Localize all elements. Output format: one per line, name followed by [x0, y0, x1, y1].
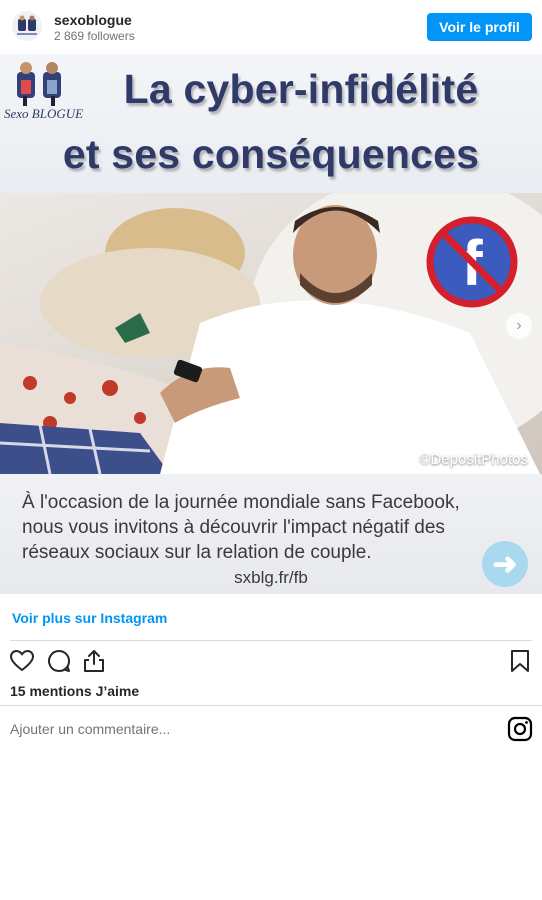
caption-line-3: réseaux sociaux sur la relation de coupl…: [22, 542, 372, 563]
bookmark-icon[interactable]: [507, 648, 533, 674]
heart-icon[interactable]: [9, 648, 35, 674]
share-icon[interactable]: [81, 648, 107, 674]
caption-line-2: nous vous invitons à découvrir l'impact …: [22, 517, 445, 538]
view-profile-button[interactable]: Voir le profil: [427, 13, 532, 41]
post-image[interactable]: Sexo BLOGUE La cyber-infidélité et ses c…: [0, 54, 542, 594]
caption-line-1: À l'occasion de la journée mondiale sans…: [22, 492, 460, 513]
photo-credit: ©DepositPhotos: [419, 451, 528, 468]
followers-count: 2 869 followers: [54, 29, 135, 43]
avatar[interactable]: [12, 11, 42, 41]
chevron-right-icon: ›: [516, 317, 522, 334]
divider: [10, 640, 532, 641]
post-title-line-2: et ses conséquences: [62, 131, 480, 177]
post-header: sexoblogue 2 869 followers Voir le profi…: [0, 0, 542, 54]
title-banner: Sexo BLOGUE La cyber-infidélité et ses c…: [0, 54, 542, 193]
no-facebook-icon: f: [426, 216, 518, 308]
post-title-line-1: La cyber-infidélité: [123, 66, 479, 112]
caption-url: sxblg.fr/fb: [234, 568, 308, 587]
likes-count[interactable]: 15 mentions J’aime: [10, 683, 139, 699]
instagram-icon[interactable]: [507, 716, 533, 742]
image-caption: À l'occasion de la journée mondiale sans…: [0, 474, 542, 594]
couple-photo: f ©DepositPhotos: [0, 193, 542, 474]
next-slide-button[interactable]: ›: [506, 313, 532, 339]
comment-icon[interactable]: [46, 648, 72, 674]
arrow-right-icon: ➜: [482, 541, 528, 587]
see-more-link[interactable]: Voir plus sur Instagram: [12, 610, 167, 626]
divider: [0, 705, 542, 706]
username[interactable]: sexoblogue: [54, 12, 132, 28]
comment-input[interactable]: Ajouter un commentaire...: [10, 721, 170, 737]
